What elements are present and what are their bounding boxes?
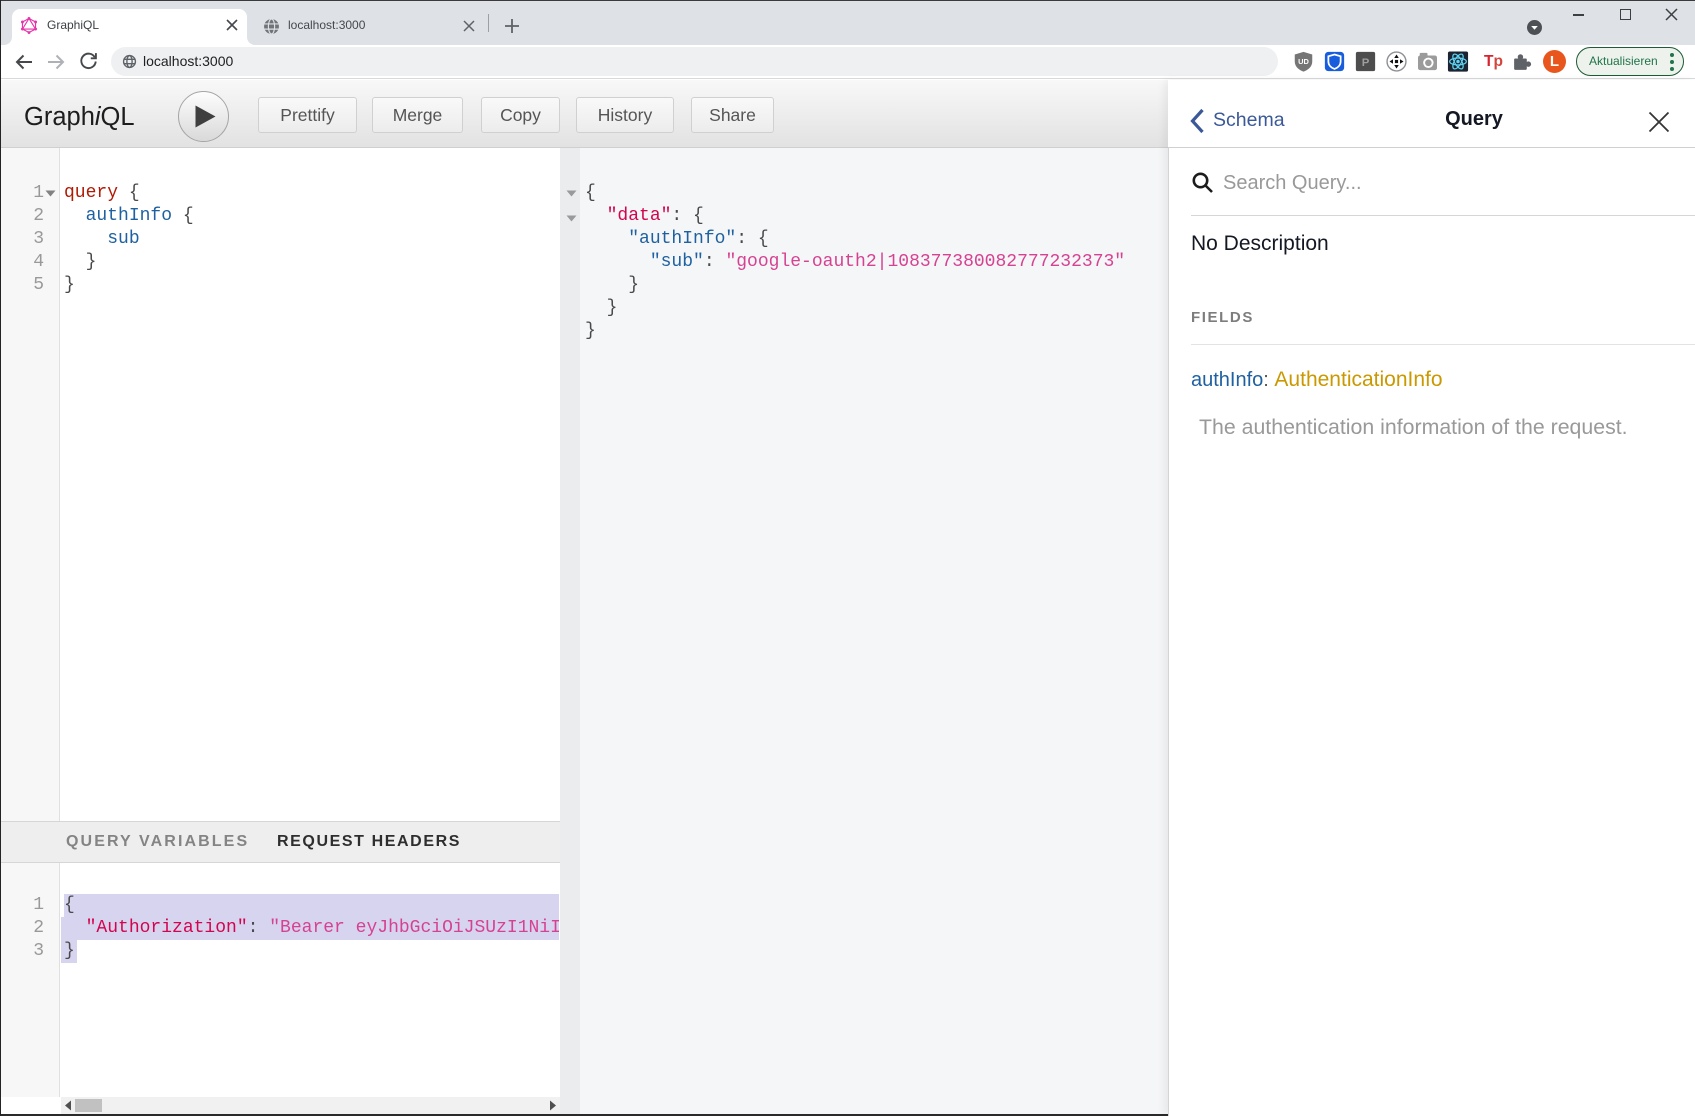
svg-text:P: P bbox=[1362, 57, 1370, 69]
svg-text:UD: UD bbox=[1298, 57, 1309, 66]
